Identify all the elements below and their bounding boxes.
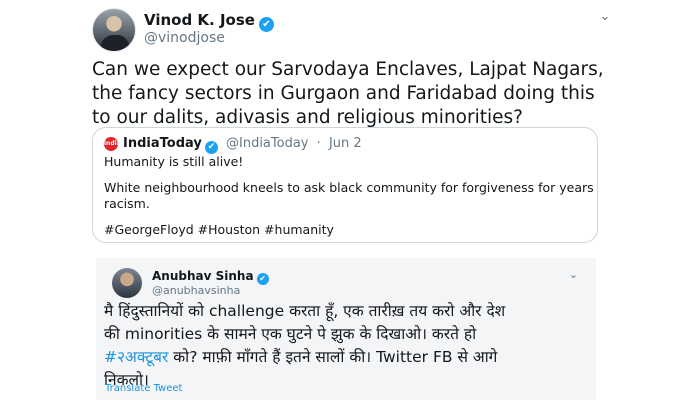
author-handle[interactable]: @vinodjose: [144, 30, 225, 46]
quoted-text-line: racism.: [104, 196, 150, 211]
embedded-author-handle: @anubhavsinha: [152, 284, 241, 297]
embedded-text-line: #२अक्टूबर को? माफ़ी माँगते हैं इतने सालो…: [104, 346, 574, 369]
india-today-logo: india today: [104, 137, 123, 161]
embedded-author-name: Anubhav Sinha ✔: [152, 269, 269, 285]
quoted-hashtags: #GeorgeFloyd #Houston #humanity: [104, 222, 334, 237]
dot-separator: ·: [316, 136, 321, 151]
verified-badge-icon: ✔: [256, 273, 269, 285]
tweet-text: Can we expect our Sarvodaya Enclaves, La…: [92, 58, 612, 130]
embedded-text-segment: को? माफ़ी माँगते हैं इतने सालों की। Twit…: [168, 348, 498, 366]
verified-badge-icon: ✔: [258, 17, 274, 32]
embedded-author-name-text: Anubhav Sinha: [152, 269, 254, 283]
quoted-author-name: IndiaToday: [123, 136, 202, 151]
chevron-down-icon: ⌄: [568, 268, 578, 281]
translate-tweet-link: Translate Tweet: [105, 383, 183, 394]
avatar-figure: [101, 35, 129, 51]
quoted-tweet-header: IndiaToday ✔ @IndiaToday · Jun 2: [123, 136, 362, 154]
embedded-text-line: मै हिंदुस्तानियों को challenge करता हूँ,…: [104, 302, 506, 320]
tweet-card: Vinod K. Jose ✔ @vinodjose ⌄ Can we expec…: [76, 0, 624, 400]
quoted-tweet[interactable]: india today IndiaToday ✔ @IndiaToday · Ju…: [92, 127, 598, 243]
chevron-down-icon[interactable]: ⌄: [596, 10, 614, 24]
quoted-text-line: Humanity is still alive!: [104, 154, 244, 169]
embedded-avatar: [112, 268, 142, 298]
author-avatar[interactable]: [92, 8, 136, 52]
embedded-text-line: की minorities के सामने एक घुटने पे झुक क…: [104, 325, 477, 343]
author-name-text[interactable]: Vinod K. Jose: [144, 11, 255, 29]
embedded-screenshot: Anubhav Sinha ✔ @anubhavsinha ⌄ मै हिंदुस…: [96, 258, 596, 400]
quoted-text-line: White neighbourhood kneels to ask black …: [104, 180, 598, 195]
embedded-hashtag: #२अक्टूबर: [104, 348, 169, 366]
quoted-author-handle: @IndiaToday: [226, 136, 309, 151]
author-name[interactable]: Vinod K. Jose ✔: [144, 11, 274, 32]
quoted-tweet-date: Jun 2: [328, 136, 362, 151]
verified-badge-icon: ✔: [204, 141, 218, 154]
tweet-text-line: Can we expect our Sarvodaya Enclaves, La…: [92, 59, 604, 80]
tweet-text-line: the fancy sectors in Gurgaon and Faridab…: [92, 83, 595, 104]
embedded-tweet-text: मै हिंदुस्तानियों को challenge करता हूँ,…: [104, 300, 574, 392]
